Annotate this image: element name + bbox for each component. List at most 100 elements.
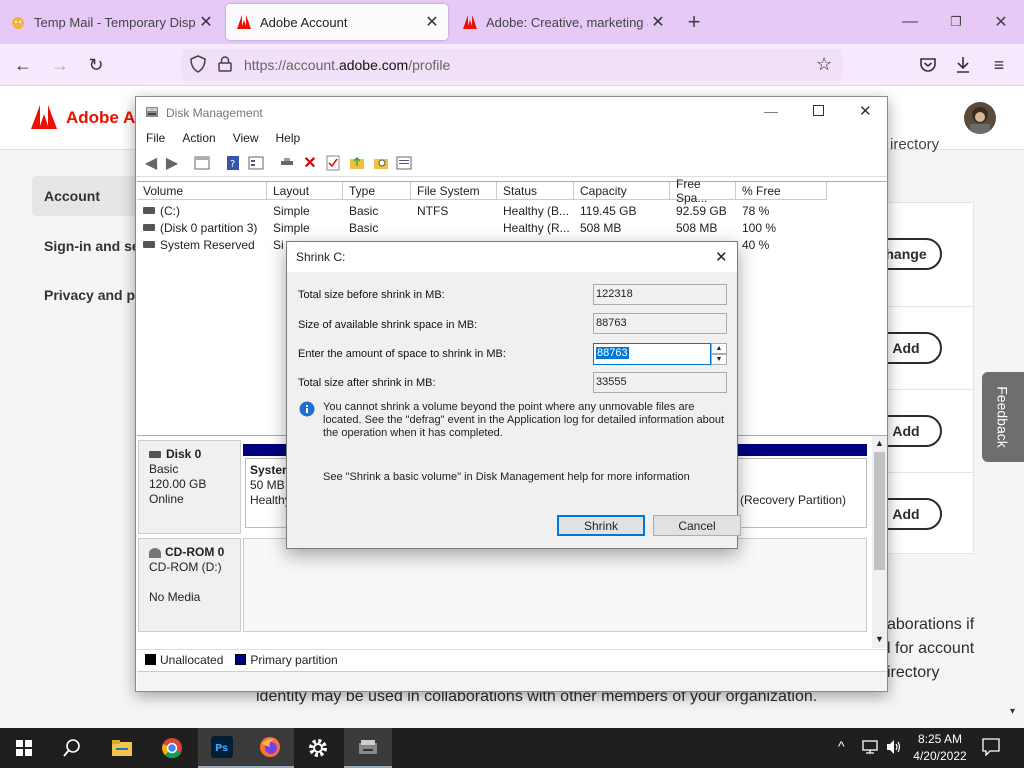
address-bar[interactable]: https://account.adobe.com/profile ☆ [182, 49, 842, 81]
minimize-icon[interactable]: — [886, 0, 934, 44]
avatar[interactable] [964, 102, 996, 134]
search-icon[interactable] [48, 728, 96, 768]
menu-view[interactable]: View [223, 131, 266, 145]
taskbar: Ps ^ 8:25 AM 4/20/2022 [0, 728, 1024, 768]
bookmark-star-icon[interactable]: ☆ [816, 54, 832, 75]
cdrom-0-label[interactable]: CD-ROM 0 CD-ROM (D:) No Media [138, 538, 241, 632]
connect-icon[interactable] [278, 154, 296, 172]
forward-icon[interactable]: → [45, 50, 75, 80]
volume-row[interactable]: (Disk 0 partition 3) [137, 219, 267, 236]
column-free-space[interactable]: Free Spa... [670, 177, 736, 205]
column-volume[interactable]: Volume [137, 182, 267, 200]
file-explorer-icon[interactable] [98, 728, 146, 768]
close-icon[interactable]: ✕ [648, 12, 668, 32]
menu-file[interactable]: File [136, 131, 172, 145]
back-icon[interactable]: ◀ [142, 154, 160, 172]
checklist-icon[interactable] [324, 154, 342, 172]
unallocated-swatch [145, 654, 156, 665]
shrink-amount-input[interactable]: 88763 [593, 343, 711, 365]
dm-toolbar: ◀ ▶ ? ✕ [136, 149, 887, 177]
disk-type: Basic [149, 462, 179, 476]
minimize-icon[interactable]: — [764, 103, 778, 119]
url-text[interactable]: https://account.adobe.com/profile [244, 57, 450, 73]
dm-status-bar [137, 671, 887, 691]
menu-action[interactable]: Action [172, 131, 222, 145]
tab-adobe-account[interactable]: Adobe Account ✕ [226, 4, 448, 40]
sidebar-item-account[interactable]: Account [32, 176, 142, 216]
feedback-label: Feedback [995, 386, 1012, 448]
photoshop-icon[interactable]: Ps [198, 728, 246, 768]
properties-icon[interactable] [247, 154, 265, 172]
shrink-dialog[interactable]: Shrink C: ✕ Total size before shrink in … [286, 241, 741, 549]
menu-icon[interactable]: ≡ [984, 50, 1014, 80]
adobe-logo-icon[interactable] [31, 105, 57, 132]
shrink-button[interactable]: Shrink [557, 515, 645, 536]
dm-title-bar[interactable]: Disk Management — ✕ [136, 97, 887, 127]
volume-row[interactable]: (C:) [137, 202, 267, 219]
column-capacity[interactable]: Capacity [574, 182, 670, 200]
close-icon[interactable]: ✕ [859, 102, 872, 120]
close-icon[interactable]: ✕ [422, 12, 442, 32]
pocket-icon[interactable] [913, 50, 943, 80]
scrollbar-thumb[interactable] [874, 452, 885, 570]
column-type[interactable]: Type [343, 182, 411, 200]
reload-icon[interactable]: ↻ [81, 50, 111, 80]
settings-list-icon[interactable] [395, 154, 413, 172]
label-available: Size of available shrink space in MB: [298, 319, 478, 331]
svg-text:Ps: Ps [215, 743, 228, 754]
restore-icon[interactable]: ❐ [932, 0, 980, 44]
help-icon[interactable]: ? [224, 154, 242, 172]
scroll-up-icon[interactable]: ▲ [875, 438, 884, 448]
shrink-dialog-title-bar[interactable]: Shrink C: ✕ [287, 242, 737, 272]
column-layout[interactable]: Layout [267, 182, 343, 200]
disk-size: 120.00 GB [149, 477, 207, 491]
settings-gear-icon[interactable] [294, 728, 342, 768]
disk-management-taskbar-icon[interactable] [344, 728, 392, 768]
column-file-system[interactable]: File System [411, 182, 497, 200]
tab-temp-mail[interactable]: Temp Mail - Temporary Dispos ✕ [0, 0, 222, 44]
windows-start-icon[interactable] [0, 728, 48, 768]
disk-name: Disk 0 [166, 447, 202, 461]
forward-icon[interactable]: ▶ [163, 154, 181, 172]
view-list-icon[interactable] [193, 154, 211, 172]
chrome-icon[interactable] [148, 728, 196, 768]
close-window-icon[interactable]: ✕ [977, 0, 1024, 44]
tab-adobe-creative[interactable]: Adobe: Creative, marketing and ✕ [452, 0, 674, 44]
cell: 78 % [742, 203, 770, 218]
disk-0-label[interactable]: Disk 0 Basic 120.00 GB Online [138, 440, 241, 534]
cell: 119.45 GB [580, 203, 637, 218]
spin-down-icon[interactable]: ▼ [711, 354, 727, 365]
scroll-down-icon[interactable]: ▾ [1010, 706, 1015, 717]
close-icon[interactable]: ✕ [715, 248, 728, 266]
close-icon[interactable]: ✕ [196, 12, 216, 32]
chevron-up-icon[interactable]: ^ [838, 738, 845, 754]
menu-help[interactable]: Help [266, 131, 308, 145]
folder-up-icon[interactable] [348, 154, 366, 172]
cancel-button[interactable]: Cancel [653, 515, 741, 536]
vertical-scrollbar[interactable]: ▲ ▼ [872, 436, 887, 648]
delete-icon[interactable]: ✕ [301, 154, 319, 172]
download-icon[interactable] [948, 50, 978, 80]
volume-row[interactable]: System Reserved [137, 236, 267, 253]
notifications-icon[interactable] [982, 738, 1000, 759]
search-folder-icon[interactable] [372, 154, 390, 172]
network-icon[interactable] [862, 740, 878, 757]
adobe-brand[interactable]: Adobe Ac [66, 108, 145, 128]
legend-unallocated: Unallocated [160, 652, 224, 667]
label-total-before: Total size before shrink in MB: [298, 289, 445, 301]
recovery-partition-label[interactable]: (Recovery Partition) [740, 493, 846, 507]
shield-icon[interactable] [190, 55, 206, 76]
column-status[interactable]: Status [497, 182, 574, 200]
feedback-button[interactable]: Feedback [982, 372, 1024, 462]
system-clock[interactable]: 8:25 AM 4/20/2022 [908, 731, 972, 765]
column-percent-free[interactable]: % Free [736, 182, 827, 200]
scroll-down-icon[interactable]: ▼ [875, 634, 884, 644]
new-tab-icon[interactable]: + [676, 0, 712, 44]
maximize-icon[interactable] [813, 105, 824, 116]
volume-icon[interactable] [886, 739, 902, 758]
back-icon[interactable]: ← [8, 50, 38, 80]
available-space-value: 88763 [593, 313, 727, 334]
lock-icon[interactable] [218, 56, 232, 75]
spin-up-icon[interactable]: ▲ [711, 343, 727, 354]
firefox-icon[interactable] [246, 728, 294, 768]
